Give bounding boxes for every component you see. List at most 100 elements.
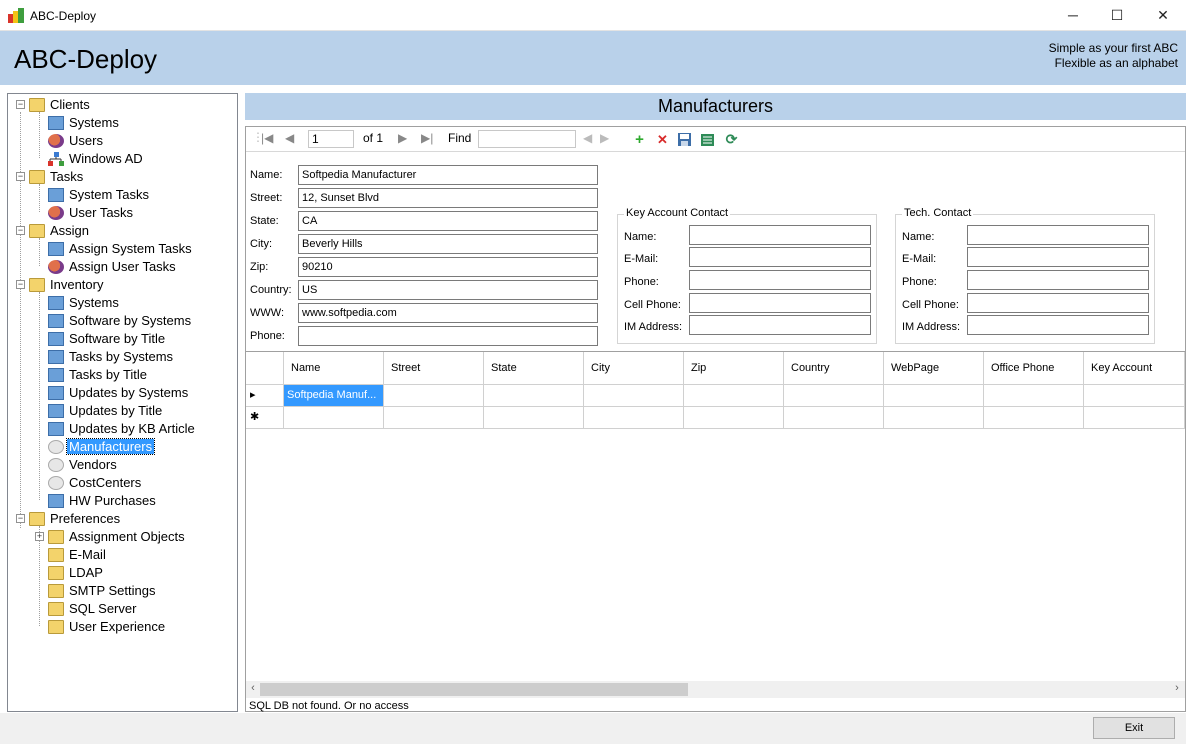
table-cell[interactable] — [1084, 385, 1185, 407]
ka-name-field[interactable] — [689, 225, 871, 245]
tree-item-system-tasks[interactable]: System Tasks — [48, 185, 151, 203]
table-cell[interactable] — [584, 385, 684, 407]
tree-item-assign[interactable]: Assign — [29, 221, 91, 239]
table-cell[interactable] — [484, 385, 584, 407]
add-record-icon[interactable]: + — [632, 132, 647, 147]
tree-item-assignment-objects[interactable]: Assignment Objects — [48, 527, 187, 545]
last-record-icon[interactable]: ▶| — [421, 131, 433, 145]
row-header-current[interactable]: ▸ — [246, 385, 284, 407]
column-header-state[interactable]: State — [484, 352, 584, 385]
tree-item-email[interactable]: E-Mail — [48, 545, 108, 563]
table-cell[interactable] — [1084, 407, 1185, 429]
scrollbar-thumb[interactable] — [260, 683, 688, 696]
table-cell[interactable] — [584, 407, 684, 429]
tree-item-vendors[interactable]: Vendors — [48, 455, 119, 473]
find-input[interactable] — [478, 130, 576, 148]
tree-item-clients[interactable]: Clients — [29, 95, 92, 113]
tree-item-clients-systems[interactable]: Systems — [48, 113, 121, 131]
name-field[interactable]: Softpedia Manufacturer — [298, 165, 598, 185]
find-previous-icon[interactable]: ◀ — [583, 131, 592, 145]
table-cell[interactable] — [984, 385, 1084, 407]
delete-record-icon[interactable]: ✕ — [655, 132, 670, 147]
column-header-zip[interactable]: Zip — [684, 352, 784, 385]
table-cell[interactable] — [984, 407, 1084, 429]
table-cell[interactable] — [884, 385, 984, 407]
ka-cell-field[interactable] — [689, 293, 871, 313]
tree-item-software-by-title[interactable]: Software by Title — [48, 329, 167, 347]
tree-item-windows-ad[interactable]: Windows AD — [48, 149, 145, 167]
tree-item-software-by-systems[interactable]: Software by Systems — [48, 311, 193, 329]
country-field[interactable]: US — [298, 280, 598, 300]
position-input[interactable]: 1 — [308, 130, 354, 148]
table-cell[interactable] — [384, 407, 484, 429]
table-cell[interactable] — [484, 407, 584, 429]
tree-item-smtp-settings[interactable]: SMTP Settings — [48, 581, 157, 599]
scroll-left-icon[interactable]: ‹ — [247, 682, 259, 694]
table-cell-name[interactable]: Softpedia Manuf... — [284, 385, 384, 407]
exit-button[interactable]: Exit — [1093, 717, 1175, 739]
ka-email-field[interactable] — [689, 247, 871, 267]
column-header-street[interactable]: Street — [384, 352, 484, 385]
tc-phone-field[interactable] — [967, 270, 1149, 290]
minimize-button[interactable]: ─ — [1050, 0, 1096, 31]
column-header-office-phone[interactable]: Office Phone — [984, 352, 1084, 385]
row-header-new[interactable]: ✱ — [246, 407, 284, 429]
street-field[interactable]: 12, Sunset Blvd — [298, 188, 598, 208]
expand-toggle-inventory[interactable]: − — [16, 280, 25, 289]
tree-item-ldap[interactable]: LDAP — [48, 563, 105, 581]
previous-record-icon[interactable]: ◀ — [285, 131, 294, 145]
maximize-button[interactable]: ☐ — [1094, 0, 1140, 31]
table-cell[interactable] — [384, 385, 484, 407]
tree-item-clients-users[interactable]: Users — [48, 131, 105, 149]
expand-toggle-tasks[interactable]: − — [16, 172, 25, 181]
find-next-icon[interactable]: ▶ — [600, 131, 609, 145]
tree-item-tasks-by-systems[interactable]: Tasks by Systems — [48, 347, 175, 365]
scroll-right-icon[interactable]: › — [1171, 682, 1183, 694]
tree-item-inventory[interactable]: Inventory — [29, 275, 105, 293]
table-cell[interactable] — [684, 407, 784, 429]
tree-item-manufacturers[interactable]: Manufacturers — [48, 437, 156, 455]
state-field[interactable]: CA — [298, 211, 598, 231]
column-header-key-account[interactable]: Key Account — [1084, 352, 1185, 385]
list-icon[interactable] — [700, 132, 715, 147]
refresh-icon[interactable]: ⟳ — [724, 132, 739, 147]
column-header-webpage[interactable]: WebPage — [884, 352, 984, 385]
close-button[interactable]: ✕ — [1140, 0, 1186, 31]
tree-item-user-tasks[interactable]: User Tasks — [48, 203, 135, 221]
column-header-name[interactable]: Name — [284, 352, 384, 385]
expand-toggle-assign[interactable]: − — [16, 226, 25, 235]
ka-im-field[interactable] — [689, 315, 871, 335]
navigation-tree[interactable]: − Clients Systems Users Windows AD − Tas… — [7, 93, 238, 712]
tc-email-field[interactable] — [967, 247, 1149, 267]
tc-name-field[interactable] — [967, 225, 1149, 245]
tree-item-updates-by-title[interactable]: Updates by Title — [48, 401, 164, 419]
tree-item-preferences[interactable]: Preferences — [29, 509, 122, 527]
city-field[interactable]: Beverly Hills — [298, 234, 598, 254]
table-cell[interactable] — [884, 407, 984, 429]
manufacturers-grid[interactable]: Name Street State City Zip Country WebPa… — [246, 351, 1185, 681]
tc-im-field[interactable] — [967, 315, 1149, 335]
table-cell[interactable] — [284, 407, 384, 429]
tree-item-updates-by-systems[interactable]: Updates by Systems — [48, 383, 190, 401]
zip-field[interactable]: 90210 — [298, 257, 598, 277]
tree-item-updates-by-kb-article[interactable]: Updates by KB Article — [48, 419, 197, 437]
save-icon[interactable] — [677, 132, 692, 147]
column-header-country[interactable]: Country — [784, 352, 884, 385]
table-cell[interactable] — [784, 385, 884, 407]
tree-item-tasks-by-title[interactable]: Tasks by Title — [48, 365, 149, 383]
table-cell[interactable] — [684, 385, 784, 407]
expand-toggle-clients[interactable]: − — [16, 100, 25, 109]
tc-cell-field[interactable] — [967, 293, 1149, 313]
phone-field[interactable] — [298, 326, 598, 346]
next-record-icon[interactable]: ▶ — [398, 131, 407, 145]
tree-item-assign-user-tasks[interactable]: Assign User Tasks — [48, 257, 178, 275]
tree-item-assign-system-tasks[interactable]: Assign System Tasks — [48, 239, 194, 257]
expand-toggle-preferences[interactable]: − — [16, 514, 25, 523]
tree-item-user-experience[interactable]: User Experience — [48, 617, 167, 635]
expand-toggle-assignment-objects[interactable]: + — [35, 532, 44, 541]
tree-item-costcenters[interactable]: CostCenters — [48, 473, 143, 491]
column-header-city[interactable]: City — [584, 352, 684, 385]
tree-item-sql-server[interactable]: SQL Server — [48, 599, 138, 617]
tree-item-hw-purchases[interactable]: HW Purchases — [48, 491, 158, 509]
tree-item-inventory-systems[interactable]: Systems — [48, 293, 121, 311]
